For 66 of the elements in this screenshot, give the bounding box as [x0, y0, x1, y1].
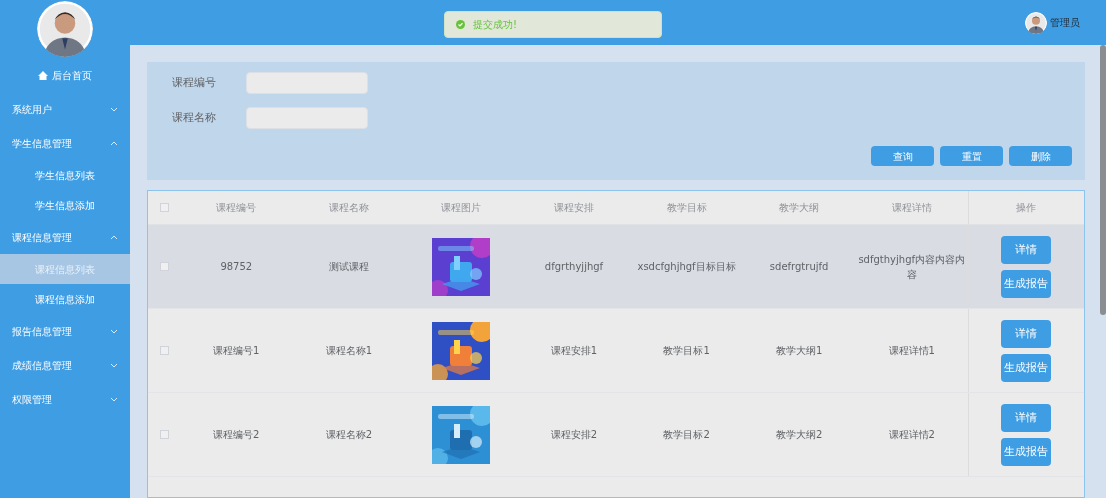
table-cell-text: 课程详情2 — [888, 428, 935, 442]
column-header: 课程名称 — [328, 201, 369, 215]
sidebar-menu-item[interactable]: 成绩信息管理 — [0, 348, 130, 382]
chevron-up-icon — [110, 140, 118, 146]
search-panel-button[interactable]: 重置 — [940, 146, 1003, 166]
table-cell-text: 教学目标2 — [663, 428, 710, 442]
field-label: 课程名称 — [172, 109, 217, 126]
table-cell-text: 课程详情1 — [888, 344, 935, 358]
table-cell-text: sdfgthyjhgf内容内容内容 — [857, 252, 966, 282]
field-label: 课程编号 — [172, 74, 217, 91]
scrollbar-thumb[interactable] — [1100, 45, 1106, 315]
sidebar-menu-item[interactable]: 课程信息管理 — [0, 220, 130, 254]
table-cell-text: 课程名称2 — [325, 428, 373, 442]
table-cell-text: 98752 — [220, 260, 253, 274]
home-link[interactable]: 后台首页 — [52, 67, 92, 83]
table-cell-text: 教学大纲1 — [775, 344, 823, 358]
table-cell-text: xsdcfghjhgf目标目标 — [637, 260, 736, 274]
input-field[interactable] — [246, 72, 368, 94]
table-cell-text: 课程名称1 — [325, 344, 373, 358]
search-panel-button[interactable]: 查询 — [871, 146, 934, 166]
sidebar-submenu-item[interactable]: 学生信息添加 — [0, 190, 130, 220]
column-header: 教学大纲 — [779, 201, 820, 215]
column-header: 课程安排 — [554, 201, 594, 215]
row-action-button[interactable]: 详情 — [1001, 403, 1052, 432]
input-field[interactable] — [246, 107, 368, 129]
table-cell-text: 课程编号2 — [213, 428, 260, 442]
checkbox[interactable] — [159, 203, 169, 212]
table-cell-text: 课程安排1 — [550, 344, 598, 358]
sidebar-submenu-item[interactable]: 学生信息列表 — [0, 160, 130, 190]
sidebar-menu-item[interactable]: 报告信息管理 — [0, 314, 130, 348]
table-cell-text: 教学大纲2 — [775, 428, 823, 442]
sidebar-submenu-item[interactable]: 课程信息添加 — [0, 284, 130, 314]
sidebar-menu-item[interactable]: 系统用户 — [0, 92, 130, 126]
chevron-down-icon — [110, 362, 118, 368]
checkbox[interactable] — [159, 430, 169, 439]
user-name: 管理员 — [1050, 16, 1080, 30]
table-cell-text: 测试课程 — [328, 260, 369, 274]
column-header: 课程详情 — [891, 201, 932, 215]
search-panel-button[interactable]: 删除 — [1009, 146, 1072, 166]
chevron-up-icon — [110, 234, 118, 240]
table-cell-text: 课程安排2 — [550, 428, 598, 442]
table-cell-text: 教学目标1 — [663, 344, 710, 358]
sidebar-menu-item[interactable]: 学生信息管理 — [0, 126, 130, 160]
row-action-button[interactable]: 生成报告 — [1001, 269, 1052, 298]
row-action-button[interactable]: 生成报告 — [1001, 353, 1052, 382]
chevron-down-icon — [110, 106, 118, 112]
chevron-down-icon — [110, 396, 118, 402]
avatar — [37, 1, 93, 57]
row-action-button[interactable]: 详情 — [1001, 319, 1052, 348]
table-cell-text: 课程编号1 — [213, 344, 260, 358]
chevron-down-icon — [110, 328, 118, 334]
check-circle-icon — [456, 20, 465, 29]
sidebar-menu-item[interactable]: 权限管理 — [0, 382, 130, 416]
toast-message: 提交成功! — [473, 18, 517, 32]
column-header: 课程编号 — [216, 201, 257, 215]
row-action-button[interactable]: 生成报告 — [1001, 437, 1052, 466]
column-header: 操作 — [1016, 201, 1037, 215]
row-action-button[interactable]: 详情 — [1001, 235, 1052, 264]
column-header: 课程图片 — [441, 201, 482, 215]
checkbox[interactable] — [159, 262, 169, 271]
home-icon — [38, 70, 48, 80]
column-header: 教学目标 — [666, 201, 707, 215]
table-cell-text: dfgrthyjjhgf — [544, 260, 604, 274]
table-cell-text: sdefrgtrujfd — [769, 260, 829, 274]
user-avatar — [1025, 11, 1047, 34]
checkbox[interactable] — [159, 346, 169, 355]
